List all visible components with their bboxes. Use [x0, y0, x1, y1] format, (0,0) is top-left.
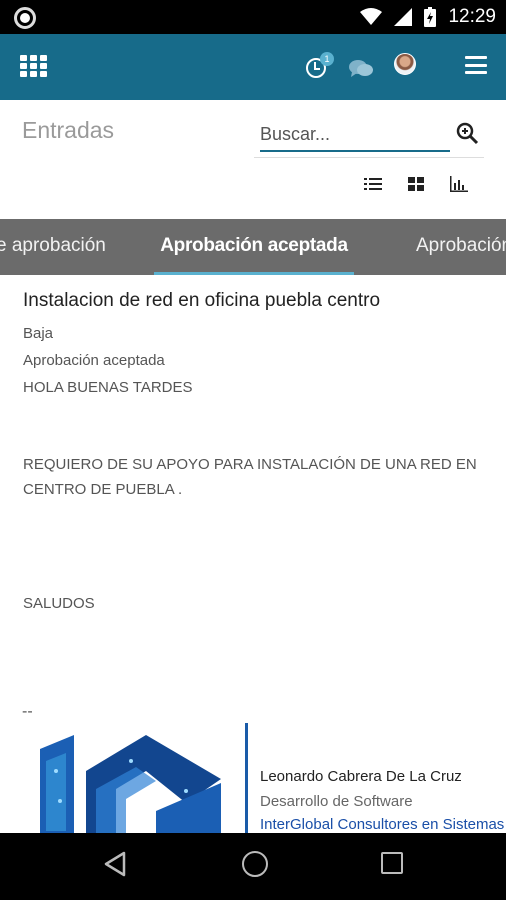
search-box[interactable]	[260, 120, 450, 152]
entry-status: Aprobación aceptada	[23, 352, 165, 369]
search-icon[interactable]	[456, 122, 480, 146]
apps-grid-icon[interactable]	[20, 55, 47, 77]
chart-view-icon[interactable]	[450, 176, 468, 192]
wifi-icon	[360, 8, 383, 25]
signature-company[interactable]: InterGlobal Consultores en Sistemas	[260, 816, 504, 833]
divider	[254, 157, 484, 158]
app-bar: 1	[0, 34, 506, 100]
status-bar: 12:29	[0, 0, 506, 34]
recent-apps-icon[interactable]	[381, 852, 403, 874]
clock-time: 12:29	[448, 6, 496, 27]
avatar[interactable]	[394, 53, 416, 75]
notification-badge: 1	[320, 52, 334, 66]
search-input[interactable]	[260, 120, 450, 148]
page-title: Entradas	[22, 117, 115, 143]
menu-icon[interactable]	[465, 56, 487, 74]
status-tabs: e aprobación Aprobación aceptada Aprobac…	[0, 219, 506, 275]
back-icon[interactable]	[103, 851, 127, 877]
tab-pending-approval[interactable]: e aprobación	[0, 219, 106, 275]
entry-priority: Baja	[23, 325, 54, 342]
email-signature: -- Leonardo Cabrera De La Cruz Desarroll…	[22, 703, 506, 833]
battery-icon	[424, 7, 437, 27]
system-nav-bar	[0, 833, 506, 900]
company-logo	[40, 735, 221, 833]
grid-view-icon[interactable]	[407, 176, 425, 192]
entry-request: REQUIERO DE SU APOYO PARA INSTALACIÓN DE…	[23, 456, 477, 498]
list-view-icon[interactable]	[364, 176, 382, 192]
entry-title: Instalacion de red en oficina puebla cen…	[23, 290, 381, 311]
signature-separator: --	[22, 703, 33, 720]
home-icon[interactable]	[242, 851, 268, 877]
status-icons: 12:29	[360, 0, 496, 34]
signature-name: Leonardo Cabrera De La Cruz	[260, 768, 462, 785]
tab-approval[interactable]: Aprobación	[416, 219, 506, 275]
view-switcher	[364, 176, 468, 192]
notification-dot-icon	[14, 7, 36, 29]
signature-role: Desarrollo de Software	[260, 793, 413, 810]
signal-icon	[394, 8, 413, 26]
entry-greeting: HOLA BUENAS TARDES	[23, 379, 193, 396]
entry-closing: SALUDOS	[23, 595, 95, 612]
entry-detail: Instalacion de red en oficina puebla cen…	[23, 290, 493, 617]
signature-rule	[245, 723, 248, 833]
chat-icon[interactable]	[348, 59, 374, 79]
tab-approval-accepted[interactable]: Aprobación aceptada	[154, 219, 354, 275]
